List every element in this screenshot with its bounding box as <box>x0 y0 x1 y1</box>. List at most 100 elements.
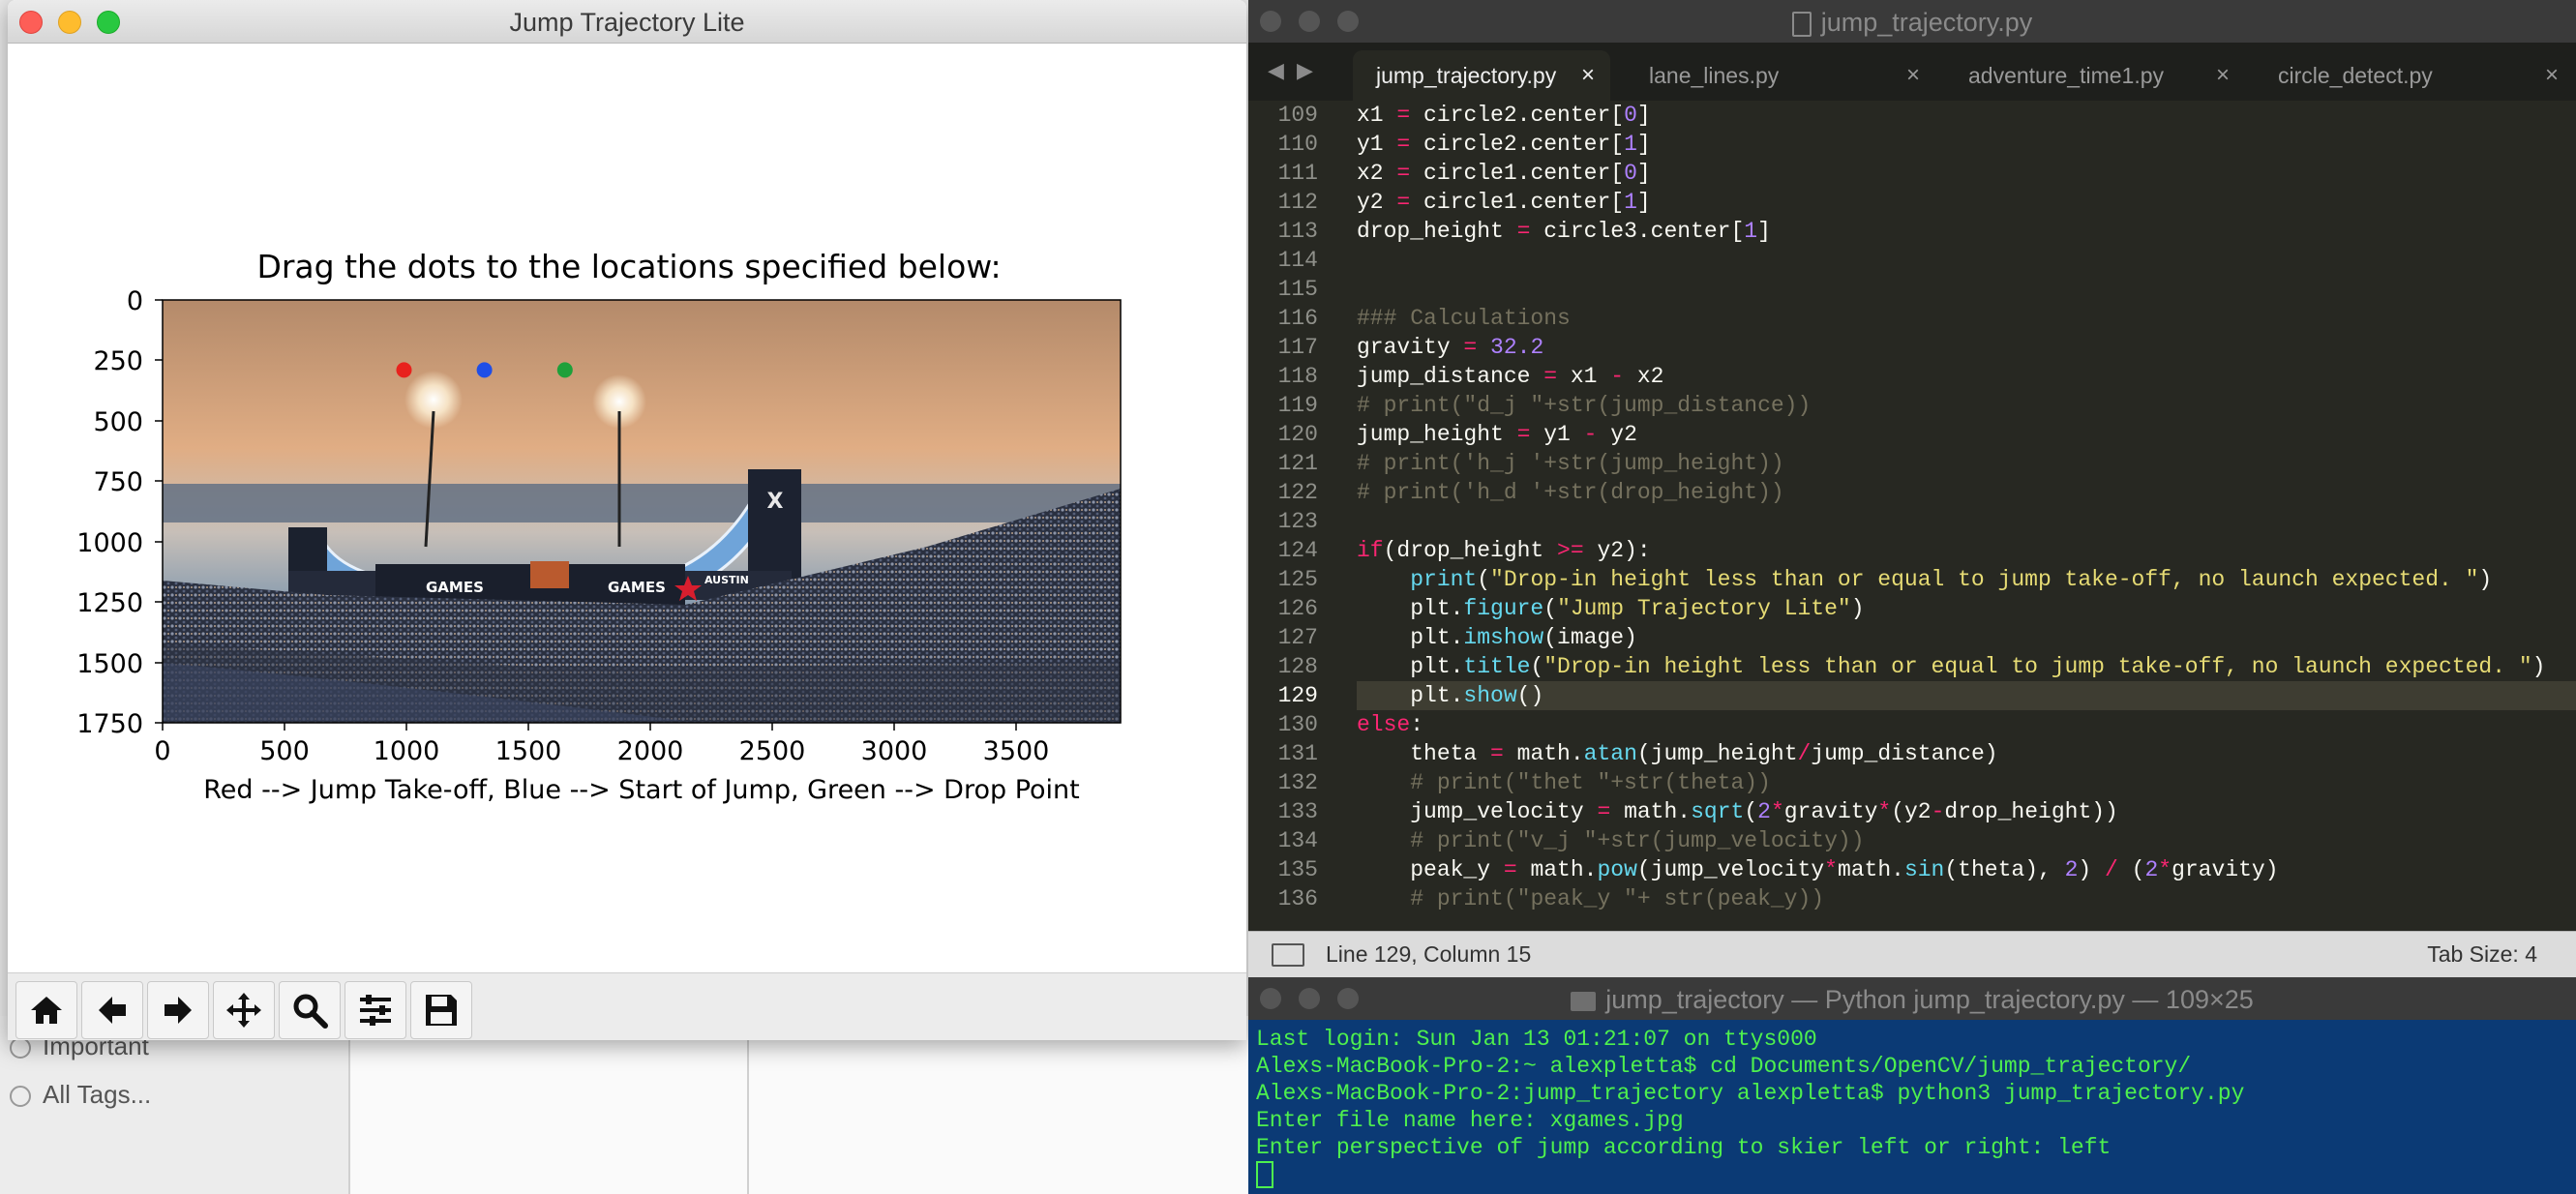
tag-all-tags[interactable]: All Tags... <box>10 1080 151 1110</box>
forward-icon <box>165 997 192 1024</box>
terminal-line: Enter file name here: xgames.jpg <box>1256 1108 1684 1133</box>
navigation-toolbar <box>8 972 1246 1040</box>
back-icon <box>99 997 126 1024</box>
forward-button[interactable] <box>147 981 209 1039</box>
line-number: 114 <box>1277 248 1318 273</box>
back-arrow-icon[interactable]: ◀ <box>1268 58 1284 83</box>
line-number: 123 <box>1277 509 1318 534</box>
file-icon <box>1791 11 1812 37</box>
window-titlebar[interactable]: jump_trajectory.py <box>1248 0 2576 44</box>
zoom-button[interactable] <box>279 981 341 1039</box>
line-number: 129 <box>1277 683 1318 708</box>
terminal-prompt[interactable] <box>1256 1161 2572 1188</box>
terminal-window: jump_trajectory — Python jump_trajectory… <box>1248 977 2576 1194</box>
line-number: 132 <box>1277 770 1318 795</box>
close-icon[interactable]: × <box>2545 62 2559 89</box>
line-number: 122 <box>1277 480 1318 505</box>
code-line: # print('h_d '+str(drop_height)) <box>1357 480 1784 505</box>
forward-arrow-icon[interactable]: ▶ <box>1297 58 1313 83</box>
code-line: peak_y = math.pow(jump_velocity*math.sin… <box>1357 857 2279 882</box>
divider <box>747 1016 749 1194</box>
back-button[interactable] <box>81 981 143 1039</box>
y-tick-label: 250 <box>93 346 143 376</box>
tab-lane-lines[interactable]: lane_lines.py × <box>1626 50 1935 101</box>
green-dot[interactable] <box>556 362 573 378</box>
x-tick-label: 500 <box>259 736 310 766</box>
finder-pane <box>749 1016 1248 1194</box>
code-line: if(drop_height >= y2): <box>1357 538 1651 563</box>
line-number: 117 <box>1277 335 1318 360</box>
blue-dot[interactable] <box>476 362 493 378</box>
line-number: 136 <box>1277 886 1318 911</box>
figure-canvas[interactable]: Drag the dots to the locations specified… <box>8 44 1246 972</box>
line-number: 120 <box>1277 422 1318 447</box>
code-line: plt.figure("Jump Trajectory Lite") <box>1357 596 1865 621</box>
tab-label: jump_trajectory.py <box>1376 62 1557 88</box>
tab-label: circle_detect.py <box>2278 62 2433 88</box>
line-number: 112 <box>1277 190 1318 215</box>
editor-window: jump_trajectory.py ◀ ▶ jump_trajectory.p… <box>1248 0 2576 978</box>
close-icon[interactable]: × <box>1581 62 1595 89</box>
terminal-line: Enter perspective of jump according to s… <box>1256 1135 2112 1160</box>
tab-bar: ◀ ▶ jump_trajectory.py × lane_lines.py ×… <box>1248 43 2576 101</box>
y-tick-label: 1500 <box>76 649 143 679</box>
window-title: jump_trajectory.py <box>1248 8 2576 38</box>
x-tick-label: 2000 <box>617 736 684 766</box>
plot-svg: Drag the dots to the locations specified… <box>76 248 1122 805</box>
home-icon <box>31 997 62 1024</box>
line-number: 115 <box>1277 277 1318 302</box>
tab-circle-detect[interactable]: circle_detect.py × <box>2255 50 2574 101</box>
save-button[interactable] <box>410 981 472 1039</box>
code-line: plt.imshow(image) <box>1357 625 1637 650</box>
pan-button[interactable] <box>213 981 275 1039</box>
tab-jump-trajectory[interactable]: jump_trajectory.py × <box>1353 50 1610 101</box>
x-tick-label: 3500 <box>983 736 1050 766</box>
code-line: jump_distance = x1 - x2 <box>1357 364 1664 389</box>
matplotlib-window: Jump Trajectory Lite Drag the dots to th… <box>8 0 1246 1040</box>
red-dot[interactable] <box>396 362 412 378</box>
plot-title: Drag the dots to the locations specified… <box>256 248 1001 285</box>
close-icon[interactable]: × <box>1906 62 1920 89</box>
background-finder-sidebar: Important All Tags... <box>0 1016 1248 1194</box>
pan-icon <box>226 993 261 1028</box>
x-tick-label: 1000 <box>374 736 440 766</box>
close-icon[interactable]: × <box>2216 62 2230 89</box>
code-line: # print("peak_y "+ str(peak_y)) <box>1410 886 1825 911</box>
window-title: Jump Trajectory Lite <box>509 8 745 37</box>
tab-size[interactable]: Tab Size: 4 <box>2427 941 2537 968</box>
y-tick-label: 1750 <box>76 709 143 739</box>
code-line-current: plt.show() <box>1357 681 2576 710</box>
window-titlebar[interactable]: jump_trajectory — Python jump_trajectory… <box>1248 977 2576 1020</box>
code-line: jump_velocity = math.sqrt(2*gravity*(y2-… <box>1357 799 2118 824</box>
finder-pane <box>350 1016 747 1194</box>
line-number: 131 <box>1277 741 1318 766</box>
y-tick-label: 1000 <box>76 528 143 558</box>
panel-toggle-icon[interactable] <box>1272 943 1304 967</box>
y-tick-label: 1250 <box>76 588 143 618</box>
line-number: 125 <box>1277 567 1318 592</box>
status-bar: Line 129, Column 15 Tab Size: 4 <box>1248 931 2576 978</box>
line-number-gutter: 109 110 111 112 113 114 115 116 117 118 119 120 121 1… <box>1248 101 1345 923</box>
image-text: GAMES <box>608 579 666 596</box>
y-axis: 0 250 500 750 1000 1250 1500 1750 <box>76 286 163 739</box>
line-number: 121 <box>1277 451 1318 476</box>
text-cursor <box>1256 1161 1273 1188</box>
x-tick-label: 0 <box>154 736 170 766</box>
terminal-output[interactable]: Last login: Sun Jan 13 01:21:07 on ttys0… <box>1256 1026 2572 1188</box>
y-tick-label: 0 <box>127 286 143 316</box>
folder-icon <box>1571 991 1597 1011</box>
code-line: x1 = circle2.center[0] <box>1357 103 1651 128</box>
y-tick-label: 750 <box>93 467 143 497</box>
code-line: x2 = circle1.center[0] <box>1357 161 1651 186</box>
line-number: 111 <box>1277 161 1318 186</box>
code-line: # print("v_j "+str(jump_velocity)) <box>1410 828 1865 853</box>
x-axis: 0 500 1000 1500 2000 2500 3000 3500 Red … <box>154 723 1080 805</box>
code-line: # print('h_j '+str(jump_height)) <box>1357 451 1784 476</box>
home-button[interactable] <box>15 981 77 1039</box>
code-area[interactable]: x1 = circle2.center[0] y1 = circle2.cent… <box>1357 101 2576 923</box>
window-titlebar[interactable]: Jump Trajectory Lite <box>8 0 1246 44</box>
code-line: # print("thet "+str(theta)) <box>1410 770 1771 795</box>
tab-adventure-time[interactable]: adventure_time1.py × <box>1945 50 2245 101</box>
configure-button[interactable] <box>344 981 406 1039</box>
